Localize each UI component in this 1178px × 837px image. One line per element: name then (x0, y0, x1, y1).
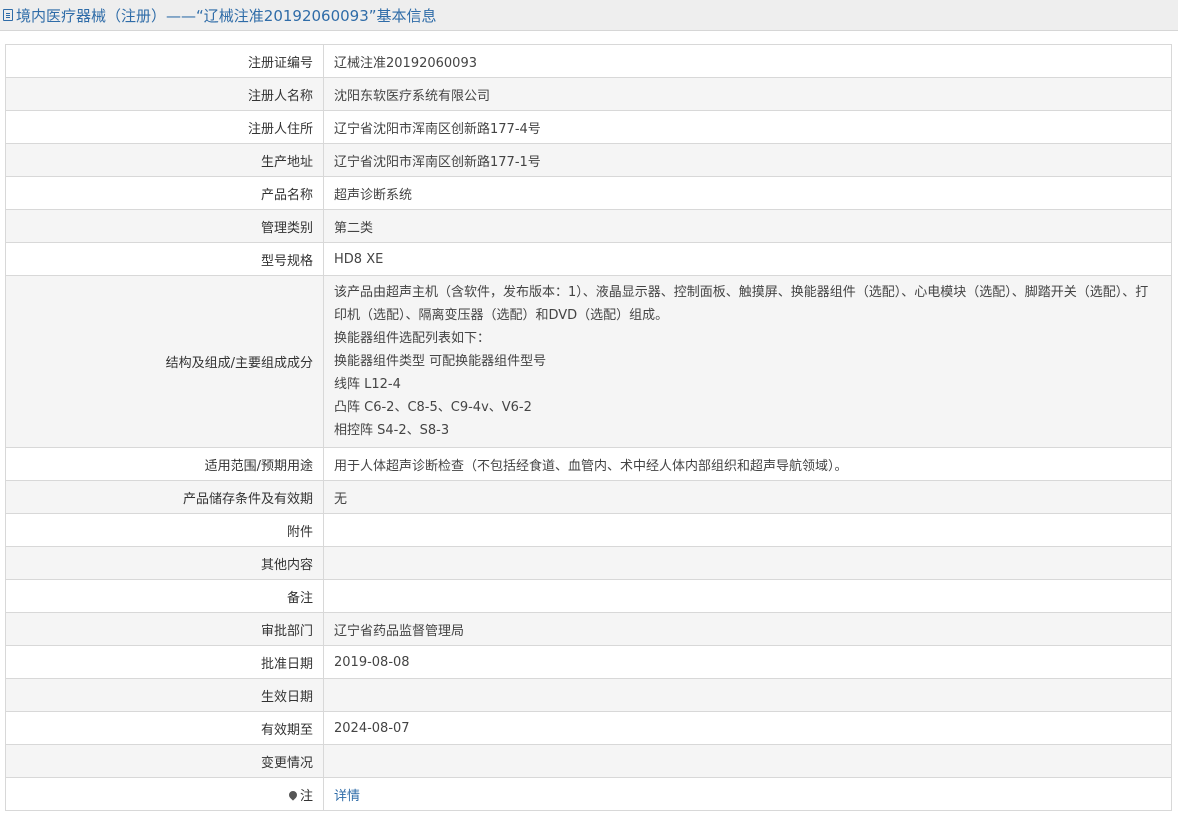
row-label: 生效日期 (5, 678, 324, 712)
row-value (323, 579, 1172, 613)
row-value: 沈阳东软医疗系统有限公司 (323, 77, 1172, 111)
table-row: 结构及组成/主要组成成分 该产品由超声主机（含软件，发布版本：1）、液晶显示器、… (5, 275, 1172, 448)
details-link[interactable]: 详情 (334, 789, 360, 804)
table-row: 批准日期 2019-08-08 (5, 645, 1172, 679)
row-label: 管理类别 (5, 209, 324, 243)
row-label: 型号规格 (5, 242, 324, 276)
row-label: 产品名称 (5, 176, 324, 210)
row-label-note: 注 (5, 777, 324, 811)
row-label: 批准日期 (5, 645, 324, 679)
row-value: 2024-08-07 (323, 711, 1172, 745)
row-value (323, 678, 1172, 712)
row-value: 用于人体超声诊断检查（不包括经食道、血管内、术中经人体内部组织和超声导航领域）。 (323, 447, 1172, 481)
note-label: 注 (299, 788, 313, 804)
document-icon (3, 9, 13, 21)
table-row: 变更情况 (5, 744, 1172, 778)
table-row: 其他内容 (5, 546, 1172, 580)
row-value (323, 546, 1172, 580)
composition-line: 该产品由超声主机（含软件，发布版本：1）、液晶显示器、控制面板、触摸屏、换能器组… (334, 285, 1149, 323)
row-value (323, 513, 1172, 547)
row-label: 注册人名称 (5, 77, 324, 111)
table-row: 产品名称 超声诊断系统 (5, 176, 1172, 210)
row-value (323, 744, 1172, 778)
table-row: 附件 (5, 513, 1172, 547)
table-row: 注册证编号 辽械注准20192060093 (5, 44, 1172, 78)
table-row: 有效期至 2024-08-07 (5, 711, 1172, 745)
row-label: 其他内容 (5, 546, 324, 580)
table-row: 管理类别 第二类 (5, 209, 1172, 243)
row-value: 第二类 (323, 209, 1172, 243)
composition-line: 凸阵 C6-2、C8-5、C9-4v、V6-2 (334, 400, 532, 415)
composition-line: 线阵 L12-4 (334, 377, 401, 392)
table-row: 生产地址 辽宁省沈阳市浑南区创新路177-1号 (5, 143, 1172, 177)
row-label: 变更情况 (5, 744, 324, 778)
info-table-container: 注册证编号 辽械注准20192060093 注册人名称 沈阳东软医疗系统有限公司… (5, 44, 1172, 811)
row-value: 超声诊断系统 (323, 176, 1172, 210)
row-label: 备注 (5, 579, 324, 613)
table-row: 适用范围/预期用途 用于人体超声诊断检查（不包括经食道、血管内、术中经人体内部组… (5, 447, 1172, 481)
row-value: 辽械注准20192060093 (323, 44, 1172, 78)
row-value: HD8 XE (323, 242, 1172, 276)
row-label: 审批部门 (5, 612, 324, 646)
row-value: 辽宁省沈阳市浑南区创新路177-4号 (323, 110, 1172, 144)
pin-icon (287, 788, 299, 801)
row-label: 注册证编号 (5, 44, 324, 78)
table-row: 注册人名称 沈阳东软医疗系统有限公司 (5, 77, 1172, 111)
row-label: 附件 (5, 513, 324, 547)
composition-line: 相控阵 S4-2、S8-3 (334, 423, 450, 438)
table-row: 生效日期 (5, 678, 1172, 712)
row-label: 结构及组成/主要组成成分 (5, 275, 324, 448)
composition-line: 换能器组件选配列表如下： (334, 331, 491, 346)
composition-line: 换能器组件类型 可配换能器组件型号 (334, 354, 547, 369)
info-table: 注册证编号 辽械注准20192060093 注册人名称 沈阳东软医疗系统有限公司… (5, 44, 1172, 811)
row-value: 无 (323, 480, 1172, 514)
row-label: 生产地址 (5, 143, 324, 177)
row-label: 适用范围/预期用途 (5, 447, 324, 481)
page-header: 境内医疗器械（注册）——“辽械注准20192060093”基本信息 (0, 0, 1178, 31)
page-title: 境内医疗器械（注册）——“辽械注准20192060093”基本信息 (16, 6, 437, 25)
table-row: 产品储存条件及有效期 无 (5, 480, 1172, 514)
row-label: 产品储存条件及有效期 (5, 480, 324, 514)
table-row: 审批部门 辽宁省药品监督管理局 (5, 612, 1172, 646)
row-value-multiline: 该产品由超声主机（含软件，发布版本：1）、液晶显示器、控制面板、触摸屏、换能器组… (323, 275, 1172, 448)
row-label: 有效期至 (5, 711, 324, 745)
row-value: 详情 (323, 777, 1172, 811)
row-value: 2019-08-08 (323, 645, 1172, 679)
row-value: 辽宁省沈阳市浑南区创新路177-1号 (323, 143, 1172, 177)
table-row: 注 详情 (5, 777, 1172, 811)
table-row: 备注 (5, 579, 1172, 613)
row-label: 注册人住所 (5, 110, 324, 144)
table-row: 注册人住所 辽宁省沈阳市浑南区创新路177-4号 (5, 110, 1172, 144)
table-row: 型号规格 HD8 XE (5, 242, 1172, 276)
row-value: 辽宁省药品监督管理局 (323, 612, 1172, 646)
